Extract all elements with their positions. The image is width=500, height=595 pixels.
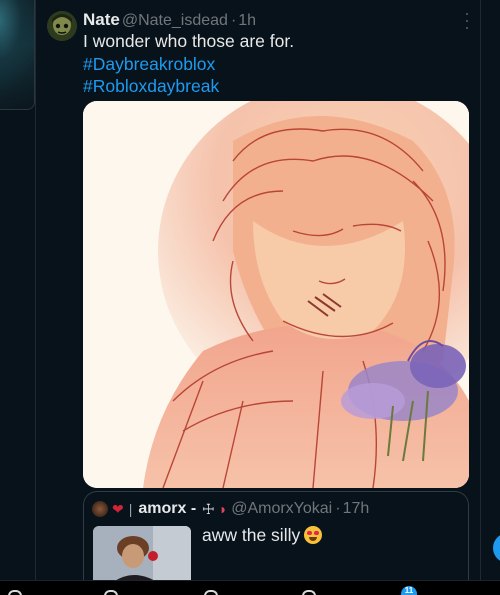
home-icon[interactable] xyxy=(8,590,22,595)
quote-timestamp[interactable]: 17h xyxy=(343,500,370,518)
tweet-text: I wonder who those are for. #Daybreakrob… xyxy=(83,30,463,98)
tweet-header: Nate @Nate_isdead · 1h xyxy=(83,10,256,30)
compose-fab-button[interactable] xyxy=(493,533,500,563)
drop-of-blood-emoji-icon: ❤ xyxy=(112,500,124,517)
quote-text: aww the silly xyxy=(202,525,323,546)
search-icon[interactable] xyxy=(104,590,118,595)
quote-author-name[interactable]: amorx - xyxy=(138,500,196,518)
quote-author-avatar[interactable] xyxy=(92,501,108,517)
author-avatar[interactable] xyxy=(47,11,77,41)
hashtag-link[interactable]: #Daybreakroblox xyxy=(83,53,463,76)
quote-header: ❤ | amorx - ☩ ◗ @AmorxYokai · 17h xyxy=(112,499,369,519)
previous-card-edge xyxy=(0,0,35,110)
communities-icon[interactable] xyxy=(204,590,218,595)
more-options-icon[interactable] xyxy=(461,13,473,29)
bottom-navigation xyxy=(0,580,500,595)
author-handle[interactable]: @Nate_isdead xyxy=(122,12,228,30)
previous-card-image xyxy=(0,0,34,90)
notifications-icon[interactable] xyxy=(302,590,316,595)
hashtag-link[interactable]: #Robloxdaybreak xyxy=(83,75,463,98)
timeline-column: Nate @Nate_isdead · 1h I wonder who thos… xyxy=(35,0,481,595)
cross-symbol: ☩ xyxy=(202,500,215,517)
author-name[interactable]: Nate xyxy=(83,10,120,30)
quote-text-content: aww the silly xyxy=(202,525,301,545)
quote-image[interactable] xyxy=(93,526,191,586)
quote-author-handle[interactable]: @AmorxYokai xyxy=(231,500,332,518)
notification-count-badge: 11 xyxy=(401,586,417,595)
page: Nate @Nate_isdead · 1h I wonder who thos… xyxy=(0,0,500,595)
quote-name-divider: | xyxy=(128,501,133,517)
quote-separator: · xyxy=(335,500,341,517)
heart-eyes-emoji-icon xyxy=(304,526,323,544)
sketch-illustration xyxy=(83,101,469,488)
quote-image-art xyxy=(93,526,191,586)
avatar-art xyxy=(47,11,77,41)
tweet-text-line: I wonder who those are for. xyxy=(83,31,295,51)
watermelon-emoji-icon: ◗ xyxy=(218,501,228,517)
tweet-image[interactable] xyxy=(83,101,469,488)
tweet[interactable]: Nate @Nate_isdead · 1h I wonder who thos… xyxy=(36,0,482,595)
header-separator: · xyxy=(230,12,237,29)
tweet-timestamp[interactable]: 1h xyxy=(238,12,256,30)
